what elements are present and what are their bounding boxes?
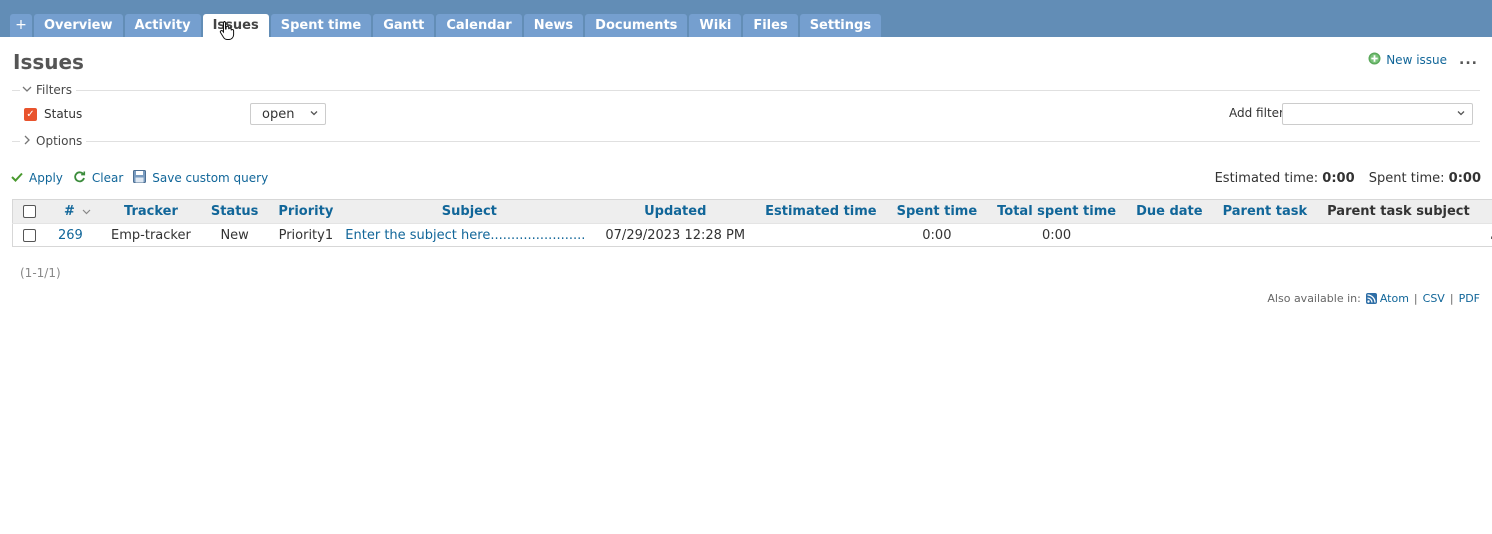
issue-id-cell: 269	[42, 224, 101, 247]
tab-wiki[interactable]: Wiki	[689, 14, 742, 37]
select-all-cell	[13, 200, 43, 224]
tab-activity[interactable]: Activity	[124, 14, 201, 37]
hand-cursor-icon	[219, 20, 235, 43]
add-filter-label: Add filter	[1229, 106, 1284, 120]
tab-documents[interactable]: Documents	[585, 14, 688, 37]
chevron-down-icon	[1456, 108, 1466, 118]
save-icon	[133, 170, 147, 186]
add-icon	[1368, 52, 1381, 68]
tab-news[interactable]: News	[523, 14, 584, 37]
row-checkbox[interactable]	[23, 228, 36, 242]
checkmark-icon	[11, 171, 23, 185]
tab-gantt[interactable]: Gantt	[373, 14, 435, 37]
column-id[interactable]: #	[42, 200, 101, 224]
issue-parent-task-subject	[1317, 224, 1480, 247]
issue-subject-cell: Enter the subject here..................…	[343, 224, 595, 247]
filters-toggle[interactable]: Filters	[20, 83, 76, 97]
options-toggle[interactable]: Options	[20, 134, 87, 148]
contextual-actions: New issue ...	[1368, 52, 1478, 68]
separator: |	[1449, 292, 1454, 305]
sort-desc-icon	[79, 208, 91, 218]
tab-calendar[interactable]: Calendar	[436, 14, 522, 37]
main-menu: + Overview Activity Issues Spent time Ga…	[10, 14, 883, 37]
select-all-checkbox[interactable]	[23, 205, 36, 218]
csv-link[interactable]: CSV	[1423, 292, 1445, 305]
column-due-date[interactable]: Due date	[1126, 200, 1213, 224]
table-header-row: # Tracker Status Priority Subject Update…	[12, 199, 1492, 224]
issue-subject-link[interactable]: Enter the subject here..................…	[345, 228, 585, 243]
column-subject[interactable]: Subject	[343, 200, 595, 224]
column-parent-task[interactable]: Parent task	[1213, 200, 1318, 224]
estimated-time-value: 0:00	[1322, 171, 1355, 186]
column-id-label: #	[64, 204, 75, 219]
apply-label: Apply	[29, 171, 63, 185]
issue-priority: Priority1	[278, 227, 334, 243]
status-filter-label: Status	[44, 107, 83, 121]
add-filter-select[interactable]	[1282, 103, 1473, 125]
row-select-cell	[13, 224, 43, 247]
spent-time-value: 0:00	[1448, 171, 1481, 186]
options-legend: Options	[36, 134, 83, 148]
query-buttons: Apply Clear Save custom query	[11, 170, 278, 186]
issue-tracker: Emp-tracker	[111, 227, 191, 243]
reload-icon	[73, 170, 86, 186]
new-object-tab[interactable]: +	[10, 14, 32, 37]
page-title: Issues	[13, 50, 84, 74]
column-priority[interactable]: Priority	[268, 200, 343, 224]
clear-label: Clear	[91, 171, 124, 185]
spent-time-label: Spent time:	[1368, 171, 1445, 186]
options-divider	[12, 141, 1480, 142]
column-spent-time[interactable]: Spent time	[887, 200, 988, 224]
tab-spent-time[interactable]: Spent time	[270, 14, 372, 37]
content-area: Issues New issue ... Filters ✓ Status op…	[0, 37, 1492, 534]
status-operator-value: open	[262, 106, 295, 122]
tab-issues[interactable]: Issues	[202, 14, 269, 37]
status-filter-checkbox[interactable]: ✓	[24, 107, 37, 121]
tab-overview[interactable]: Overview	[34, 14, 123, 37]
status-filter: ✓ Status	[24, 107, 82, 121]
column-total-spent-time[interactable]: Total spent time	[987, 200, 1126, 224]
chevron-down-icon	[309, 108, 319, 118]
filters-legend: Filters	[36, 83, 72, 97]
issue-status: New	[220, 227, 249, 243]
tab-settings[interactable]: Settings	[799, 14, 882, 37]
issue-due-date	[1126, 224, 1213, 247]
separator: |	[1413, 292, 1418, 305]
new-issue-label: New issue	[1386, 53, 1448, 67]
status-operator-select[interactable]: open	[250, 103, 326, 125]
column-parent-task-subject: Parent task subject	[1327, 204, 1470, 219]
issue-total-spent-time: 0:00	[1042, 227, 1072, 243]
column-actions	[1480, 200, 1492, 224]
pagination-count: (1-1/1)	[20, 266, 61, 280]
issue-spent-time: 0:00	[922, 227, 952, 243]
formats-label: Also available in:	[1267, 292, 1361, 305]
rss-feed-icon	[1365, 293, 1377, 304]
issue-id-link[interactable]: 269	[58, 228, 83, 243]
apply-button[interactable]: Apply	[11, 171, 63, 185]
chevron-down-icon	[20, 85, 34, 96]
column-status[interactable]: Status	[201, 200, 269, 224]
other-formats: Also available in: Atom | CSV | PDF	[1267, 292, 1480, 305]
estimated-time-label: Estimated time:	[1214, 171, 1319, 186]
table-row[interactable]: 269 Emp-tracker New Priority1 Enter the …	[12, 223, 1492, 247]
new-issue-link[interactable]: New issue	[1368, 52, 1447, 68]
atom-link[interactable]: Atom	[1380, 292, 1409, 305]
tab-files[interactable]: Files	[743, 14, 798, 37]
row-actions-icon[interactable]: ...	[1480, 224, 1492, 247]
column-updated[interactable]: Updated	[595, 200, 755, 224]
save-query-label: Save custom query	[152, 171, 269, 185]
query-totals: Estimated time: 0:00 Spent time: 0:00	[1215, 171, 1481, 186]
more-actions-icon[interactable]: ...	[1459, 53, 1478, 67]
issues-table: # Tracker Status Priority Subject Update…	[12, 199, 1492, 247]
save-query-button[interactable]: Save custom query	[133, 170, 268, 186]
issue-parent-task	[1213, 224, 1318, 247]
chevron-right-icon	[20, 135, 34, 148]
column-tracker[interactable]: Tracker	[101, 200, 201, 224]
clear-button[interactable]: Clear	[73, 170, 123, 186]
column-estimated-time[interactable]: Estimated time	[755, 200, 887, 224]
issue-estimated-time	[755, 224, 887, 247]
filters-divider	[12, 90, 1480, 91]
issue-updated: 07/29/2023 12:28 PM	[605, 227, 746, 243]
pdf-link[interactable]: PDF	[1459, 292, 1480, 305]
